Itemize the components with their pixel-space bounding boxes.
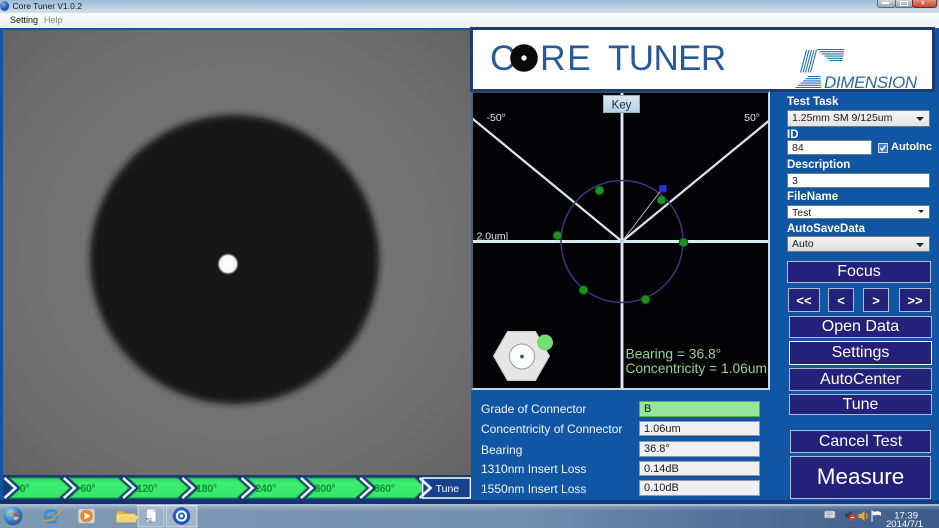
svg-text:180°: 180° [196, 483, 217, 495]
svg-text:Bearing = 36.8°: Bearing = 36.8° [626, 347, 722, 362]
svg-text:50°: 50° [744, 112, 760, 124]
svg-text:RE: RE [540, 38, 592, 78]
svg-text:2014/7/1: 2014/7/1 [886, 519, 923, 528]
svg-text:Concentricity = 1.06um: Concentricity = 1.06um [626, 361, 768, 376]
svg-text:Key: Key [612, 100, 632, 112]
svg-text:Tune: Tune [436, 483, 460, 495]
svg-text:2.0um|: 2.0um| [477, 231, 509, 243]
svg-text:60°: 60° [80, 483, 95, 495]
svg-text:0°: 0° [20, 483, 30, 495]
svg-text:360°: 360° [374, 483, 395, 495]
svg-text:-50°: -50° [487, 112, 506, 124]
svg-text:300°: 300° [315, 483, 336, 495]
svg-text:120°: 120° [137, 483, 158, 495]
svg-text:DIMENSION: DIMENSION [824, 73, 918, 89]
svg-text:240°: 240° [255, 483, 276, 495]
svg-text:TUNER: TUNER [608, 39, 726, 78]
